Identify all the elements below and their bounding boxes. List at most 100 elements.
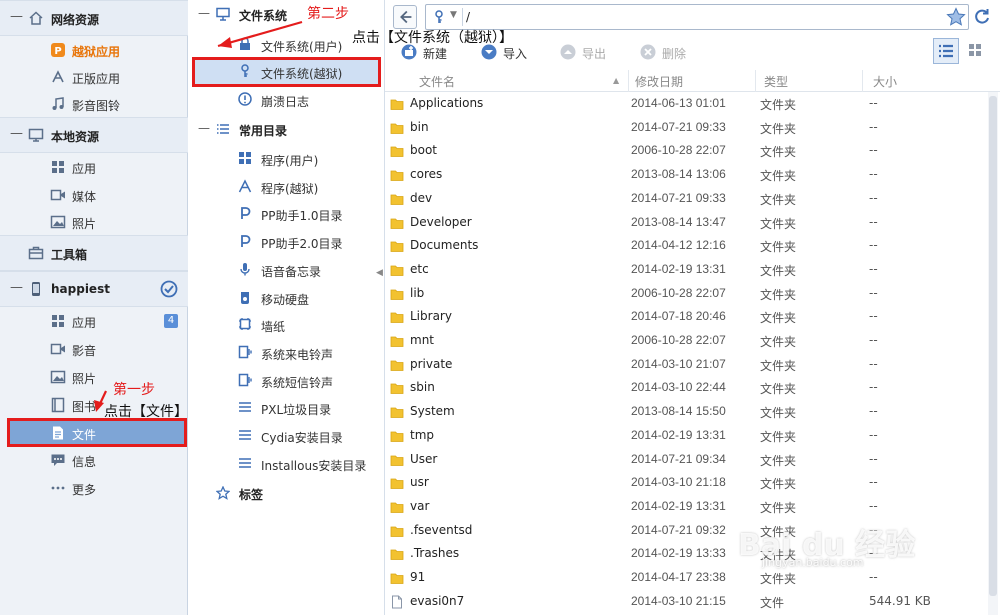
sidebar-item-label: 影音图铃 (72, 99, 121, 113)
tree-item-pxl-trash-dir[interactable]: PXL垃圾目录 (188, 394, 385, 421)
tree-item-programs-jailbreak[interactable]: 程序(越狱) (188, 173, 385, 200)
scrollbar-thumb[interactable] (989, 96, 997, 596)
column-header-name[interactable]: 文件名 (419, 73, 455, 90)
sidebar-item-official-apps[interactable]: 正版应用 (0, 63, 188, 91)
section-device[interactable]: — happiest (0, 271, 188, 307)
file-modified-date: 2013-08-14 15:50 (631, 404, 726, 419)
path-text[interactable]: / (466, 10, 470, 24)
tree-item-call-ringtones[interactable]: 系统来电铃声 (188, 339, 385, 366)
collapse-panel-handle[interactable]: ◀ (376, 268, 383, 282)
chevron-down-icon[interactable]: ▼ (450, 10, 457, 20)
tree-item-mobile-drive[interactable]: 移动硬盘 (188, 284, 385, 311)
file-type: 文件夹 (760, 98, 797, 112)
file-modified-date: 2014-03-10 22:44 (631, 380, 726, 395)
file-type: 文件夹 (760, 453, 797, 468)
file-table-header: 文件名 ▲ 修改日期 类型 大小 (385, 70, 1000, 92)
tree-item-programs-user[interactable]: 程序(用户) (188, 145, 385, 172)
file-type: 文件夹 (760, 240, 797, 255)
grid-view-button[interactable] (963, 38, 989, 64)
sidebar-item-media-ringtones[interactable]: 影音图铃 (0, 90, 188, 118)
file-row[interactable]: boot 2006-10-28 22:07 文件夹 -- (385, 139, 985, 163)
sidebar-item-local-photos[interactable]: 照片 (0, 208, 188, 236)
tree-section-filesystem[interactable]: — 文件系统 (188, 1, 385, 27)
sidebar-item-label: 照片 (72, 217, 97, 231)
file-type: 文件夹 (760, 335, 797, 349)
column-header-type[interactable]: 类型 (764, 73, 788, 90)
collapse-icon[interactable]: — (198, 121, 210, 135)
tree-item-label: 崩溃日志 (261, 95, 310, 109)
list-icon (239, 458, 251, 468)
file-row[interactable]: etc 2014-02-19 13:31 文件夹 -- (385, 258, 985, 282)
sidebar-item-label: 更多 (72, 483, 97, 497)
sidebar-item-label: 正版应用 (72, 72, 121, 86)
tree-item-pp-v1-dir[interactable]: PP助手1.0目录 (188, 200, 385, 227)
section-toolbox[interactable]: 工具箱 (0, 235, 188, 271)
file-type: 文件夹 (760, 192, 797, 207)
file-row[interactable]: bin 2014-07-21 09:33 文件夹 -- (385, 116, 985, 140)
column-divider[interactable] (755, 70, 756, 92)
file-row[interactable]: Documents 2014-04-12 12:16 文件夹 -- (385, 234, 985, 258)
file-row[interactable]: mnt 2006-10-28 22:07 文件夹 -- (385, 329, 985, 353)
file-row[interactable]: tmp 2014-02-19 13:31 文件夹 -- (385, 424, 985, 448)
section-network-resources[interactable]: — 网络资源 (0, 0, 188, 36)
collapse-icon[interactable]: — (10, 9, 23, 24)
file-row[interactable]: evasi0n7 2014-03-10 21:15 文件 544.91 KB (385, 590, 985, 614)
file-modified-date: 2006-10-28 22:07 (631, 285, 726, 300)
tree-item-sms-ringtones[interactable]: 系统短信铃声 (188, 367, 385, 394)
tree-item-cydia-install-dir[interactable]: Cydia安装目录 (188, 422, 385, 449)
tree-item-installous-dir[interactable]: Installous安装目录 (188, 450, 385, 477)
file-row[interactable]: lib 2006-10-28 22:07 文件夹 -- (385, 282, 985, 306)
column-header-size[interactable]: 大小 (873, 73, 897, 90)
file-row[interactable]: User 2014-07-21 09:34 文件夹 -- (385, 448, 985, 472)
vertical-scrollbar[interactable] (988, 92, 998, 615)
file-modified-date: 2006-10-28 22:07 (631, 333, 726, 347)
sidebar-item-device-more[interactable]: 更多 (0, 474, 188, 502)
baidu-watermark-url: jingyan.baidu.com (762, 556, 864, 569)
file-modified-date: 2014-07-18 20:46 (631, 309, 726, 324)
tree-item-crash-logs[interactable]: 崩溃日志 (188, 86, 385, 113)
column-divider[interactable] (862, 70, 863, 92)
file-row[interactable]: Library 2014-07-18 20:46 文件夹 -- (385, 305, 985, 329)
file-row[interactable]: usr 2014-03-10 21:18 文件夹 -- (385, 471, 985, 495)
file-row[interactable]: Applications 2014-06-13 01:01 文件夹 -- (385, 92, 985, 116)
more-icon (51, 486, 65, 490)
tree-section-tags[interactable]: 标签 (188, 480, 385, 506)
collapse-icon[interactable]: — (10, 280, 23, 295)
sidebar-item-device-apps[interactable]: 应用 4 (0, 307, 188, 335)
sidebar-item-jailbreak-apps[interactable]: P 越狱应用 (0, 36, 188, 64)
column-divider[interactable] (628, 70, 629, 92)
collapse-icon[interactable]: — (10, 126, 23, 141)
monitor-icon (216, 7, 230, 21)
file-name: User (410, 451, 438, 466)
list-view-button[interactable] (933, 38, 959, 64)
sidebar-item-device-photos[interactable]: 照片 (0, 363, 188, 391)
back-button[interactable] (393, 5, 417, 29)
file-row[interactable]: cores 2013-08-14 13:06 文件夹 -- (385, 163, 985, 187)
file-row[interactable]: System 2013-08-14 15:50 文件夹 -- (385, 400, 985, 424)
folder-icon (390, 289, 404, 300)
section-local-resources[interactable]: — 本地资源 (0, 117, 188, 153)
file-row[interactable]: dev 2014-07-21 09:33 文件夹 -- (385, 187, 985, 211)
sidebar-item-local-apps[interactable]: 应用 (0, 153, 188, 181)
column-header-modified[interactable]: 修改日期 (635, 73, 683, 90)
file-row[interactable]: 91 2014-04-17 23:38 文件夹 -- (385, 566, 985, 590)
collapse-icon[interactable]: — (198, 6, 210, 20)
file-row[interactable]: private 2014-03-10 21:07 文件夹 -- (385, 353, 985, 377)
sort-ascending-icon: ▲ (613, 76, 620, 85)
sidebar-item-device-messages[interactable]: 信息 (0, 446, 188, 474)
tree-item-voice-memos[interactable]: 语音备忘录 (188, 256, 385, 283)
sidebar-item-local-media[interactable]: 媒体 (0, 181, 188, 209)
divider (462, 8, 463, 26)
file-row[interactable]: Developer 2013-08-14 13:47 文件夹 -- (385, 211, 985, 235)
refresh-icon[interactable] (972, 7, 992, 27)
file-type: 文件 (760, 595, 785, 610)
sidebar-item-device-media[interactable]: 影音 (0, 335, 188, 363)
file-row[interactable]: var 2014-02-19 13:31 文件夹 -- (385, 495, 985, 519)
tree-item-wallpaper[interactable]: 墙纸 (188, 311, 385, 338)
tree-section-common-dirs[interactable]: — 常用目录 (188, 116, 385, 142)
tree-item-pp-v2-dir[interactable]: PP助手2.0目录 (188, 228, 385, 255)
file-row[interactable]: sbin 2014-03-10 22:44 文件夹 -- (385, 376, 985, 400)
folder-icon (390, 241, 404, 253)
favorite-star-icon[interactable] (946, 7, 966, 27)
tree-item-label: 语音备忘录 (261, 265, 322, 279)
